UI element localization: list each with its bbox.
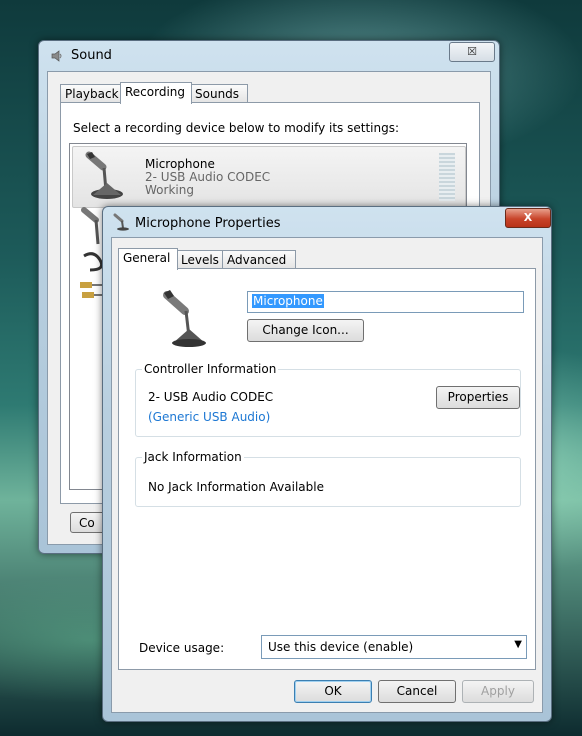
controller-properties-button[interactable]: Properties — [436, 386, 520, 409]
device-name-selection: Microphone — [252, 294, 324, 308]
jack-information-group: Jack Information No Jack Information Ava… — [135, 450, 521, 507]
sound-titlebar[interactable]: Sound ☒ — [39, 41, 499, 71]
jack-information-heading: Jack Information — [142, 450, 244, 464]
chevron-down-icon: ▼ — [514, 639, 522, 650]
apply-button[interactable]: Apply — [462, 680, 534, 703]
level-meter — [439, 153, 455, 201]
tab-general[interactable]: General — [118, 248, 178, 270]
properties-client: General Levels Advanced Microphone Chang… — [111, 237, 543, 713]
tab-advanced[interactable]: Advanced — [222, 250, 296, 269]
list-item[interactable]: Microphone 2- USB Audio CODEC Working — [72, 146, 466, 208]
tab-recording[interactable]: Recording — [120, 82, 192, 104]
tab-sounds[interactable]: Sounds — [190, 84, 248, 103]
properties-tabs: General Levels Advanced — [118, 248, 418, 270]
device-name-input[interactable]: Microphone — [247, 291, 524, 313]
sound-tabs: Playback Recording Sounds — [60, 82, 360, 104]
general-panel: Microphone Change Icon... Controller Inf… — [118, 268, 536, 670]
tab-levels[interactable]: Levels — [176, 250, 224, 269]
device-driver: 2- USB Audio CODEC — [145, 170, 271, 184]
device-usage-value: Use this device (enable) — [268, 640, 414, 654]
controller-information-group: Controller Information 2- USB Audio CODE… — [135, 362, 521, 437]
sound-title: Sound — [71, 48, 112, 63]
properties-title: Microphone Properties — [135, 216, 281, 231]
cancel-button[interactable]: Cancel — [378, 680, 456, 703]
microphone-icon — [79, 151, 131, 206]
device-name: Microphone — [145, 157, 215, 171]
properties-titlebar[interactable]: Microphone Properties X — [103, 207, 551, 237]
microphone-icon — [113, 213, 131, 231]
properties-close-button[interactable]: X — [505, 208, 551, 228]
controller-information-heading: Controller Information — [142, 362, 279, 376]
controller-name: 2- USB Audio CODEC — [148, 390, 274, 404]
recording-instruction: Select a recording device below to modif… — [73, 121, 400, 135]
sound-close-button[interactable]: ☒ — [449, 42, 495, 62]
microphone-icon — [159, 289, 215, 352]
ok-button[interactable]: OK — [294, 680, 372, 703]
jack-information-text: No Jack Information Available — [148, 480, 324, 494]
speaker-icon — [50, 49, 64, 63]
change-icon-button[interactable]: Change Icon... — [247, 319, 364, 342]
tab-playback[interactable]: Playback — [60, 84, 122, 103]
device-status: Working — [145, 183, 194, 197]
device-usage-select[interactable]: Use this device (enable) ▼ — [261, 635, 527, 659]
controller-driver-link[interactable]: (Generic USB Audio) — [148, 410, 270, 424]
device-usage-label: Device usage: — [139, 641, 225, 655]
microphone-properties-window: Microphone Properties X General Levels A… — [102, 206, 552, 722]
